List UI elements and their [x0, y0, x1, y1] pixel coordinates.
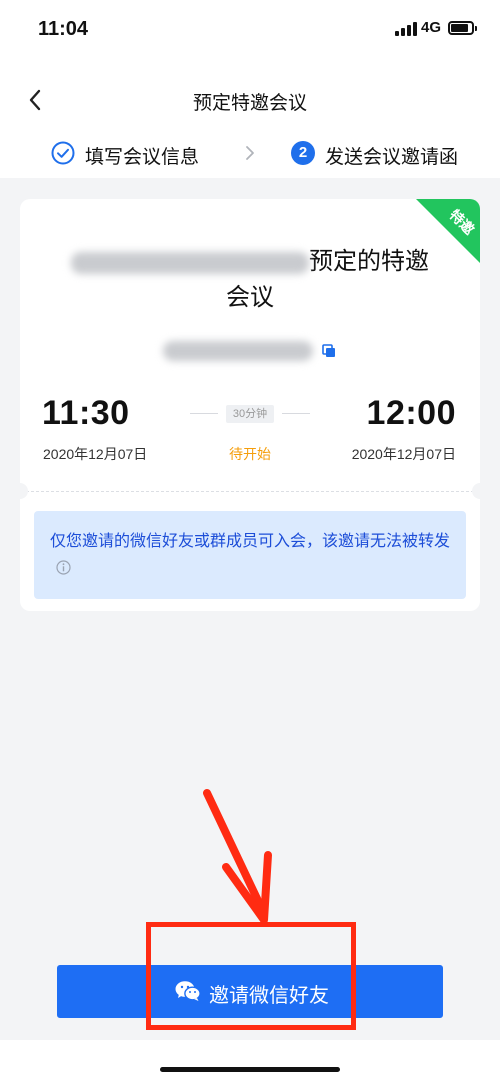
divider: [26, 491, 474, 492]
notice-text: 仅您邀请的微信好友或群成员可入会，该邀请无法被转发: [50, 533, 451, 550]
copy-icon[interactable]: [321, 343, 337, 359]
duration-badge: 30分钟: [226, 405, 274, 423]
end-date: 2020年12月07日: [351, 446, 456, 462]
invite-button-label: 邀请微信好友: [209, 985, 329, 1007]
status-time: 11:04: [38, 18, 89, 40]
invite-wechat-friends-button[interactable]: 邀请微信好友: [57, 965, 443, 1018]
step-number: 2: [291, 141, 315, 165]
title-suffix: 预定的特邀: [309, 248, 429, 275]
step-label: 发送会议邀请函: [325, 147, 459, 168]
duration-line: [282, 413, 310, 414]
network-label: 4G: [421, 19, 442, 36]
check-circle-icon: [51, 141, 75, 165]
duration-line: [190, 413, 218, 414]
meeting-title: 预定的特邀 会议: [20, 244, 480, 316]
step-label: 填写会议信息: [85, 147, 200, 168]
blurred-name: [71, 251, 309, 274]
notice-banner: 仅您邀请的微信好友或群成员可入会，该邀请无法被转发: [34, 511, 466, 599]
blurred-meeting-id: [162, 341, 313, 361]
card-notch: [20, 483, 28, 499]
meeting-card: 特邀 预定的特邀 会议 11:30 30分钟 12:00 2020年12月07日…: [20, 199, 480, 611]
start-time: 11:30: [42, 394, 130, 432]
end-time: 12:00: [366, 394, 456, 432]
battery-icon: [448, 21, 477, 35]
wechat-icon: [175, 980, 201, 1002]
home-indicator[interactable]: [160, 1067, 340, 1072]
title-line2: 会议: [226, 284, 274, 311]
card-notch: [472, 483, 480, 499]
chevron-right-icon: [241, 143, 259, 163]
signal-icon: [395, 22, 417, 36]
bottom-safe-area: [0, 1040, 500, 1083]
page-title: 预定特邀会议: [192, 93, 307, 114]
status-bar: 11:04 4G: [0, 0, 500, 60]
info-icon[interactable]: [56, 557, 71, 575]
meeting-id-row: [20, 341, 480, 361]
